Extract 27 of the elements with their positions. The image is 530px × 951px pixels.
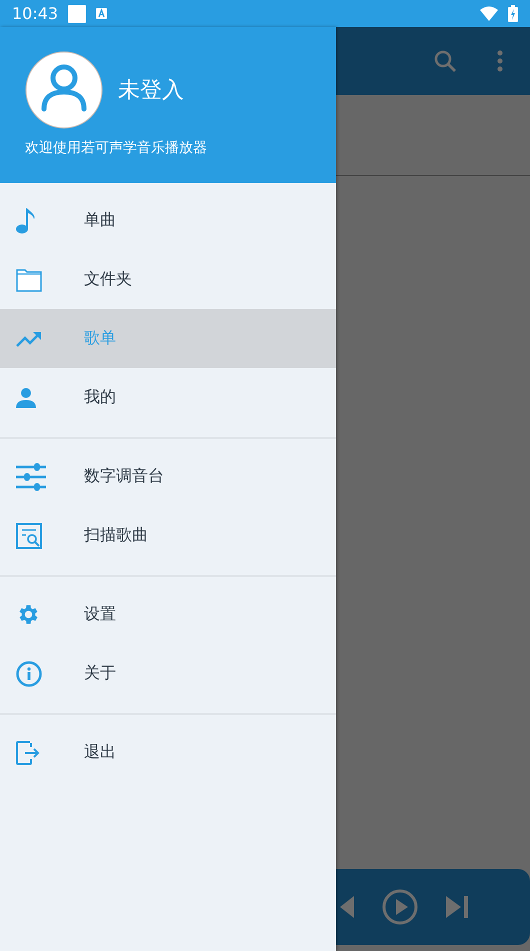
menu-item[interactable]: 退出	[0, 723, 336, 782]
person-icon	[16, 388, 36, 408]
exit-icon	[16, 740, 40, 764]
folder-icon	[16, 268, 42, 292]
menu-item[interactable]: 单曲	[0, 191, 336, 250]
menu-item[interactable]: 我的	[0, 368, 336, 427]
next-icon[interactable]	[446, 896, 470, 918]
menu-item[interactable]: 关于	[0, 644, 336, 703]
previous-icon[interactable]	[340, 896, 354, 918]
menu-item[interactable]: 设置	[0, 585, 336, 644]
more-icon[interactable]	[497, 50, 503, 72]
avatar-icon[interactable]	[25, 51, 103, 129]
welcome-text: 欢迎使用若可声学音乐播放器	[25, 139, 208, 157]
info-icon	[16, 660, 42, 686]
notification-icon	[68, 4, 86, 22]
play-icon[interactable]	[382, 889, 418, 925]
battery-icon	[508, 5, 518, 22]
keyboard-icon	[96, 8, 108, 19]
search-icon[interactable]	[433, 49, 457, 73]
sliders-icon	[16, 462, 46, 492]
menu-item[interactable]: 文件夹	[0, 250, 336, 309]
menu-item[interactable]: 扫描歌曲	[0, 506, 336, 565]
document-search-icon	[16, 522, 42, 548]
status-time: 10:43	[12, 4, 58, 23]
wifi-icon	[480, 6, 498, 21]
trending-up-icon	[16, 330, 42, 346]
menu-item[interactable]: 数字调音台	[0, 447, 336, 506]
